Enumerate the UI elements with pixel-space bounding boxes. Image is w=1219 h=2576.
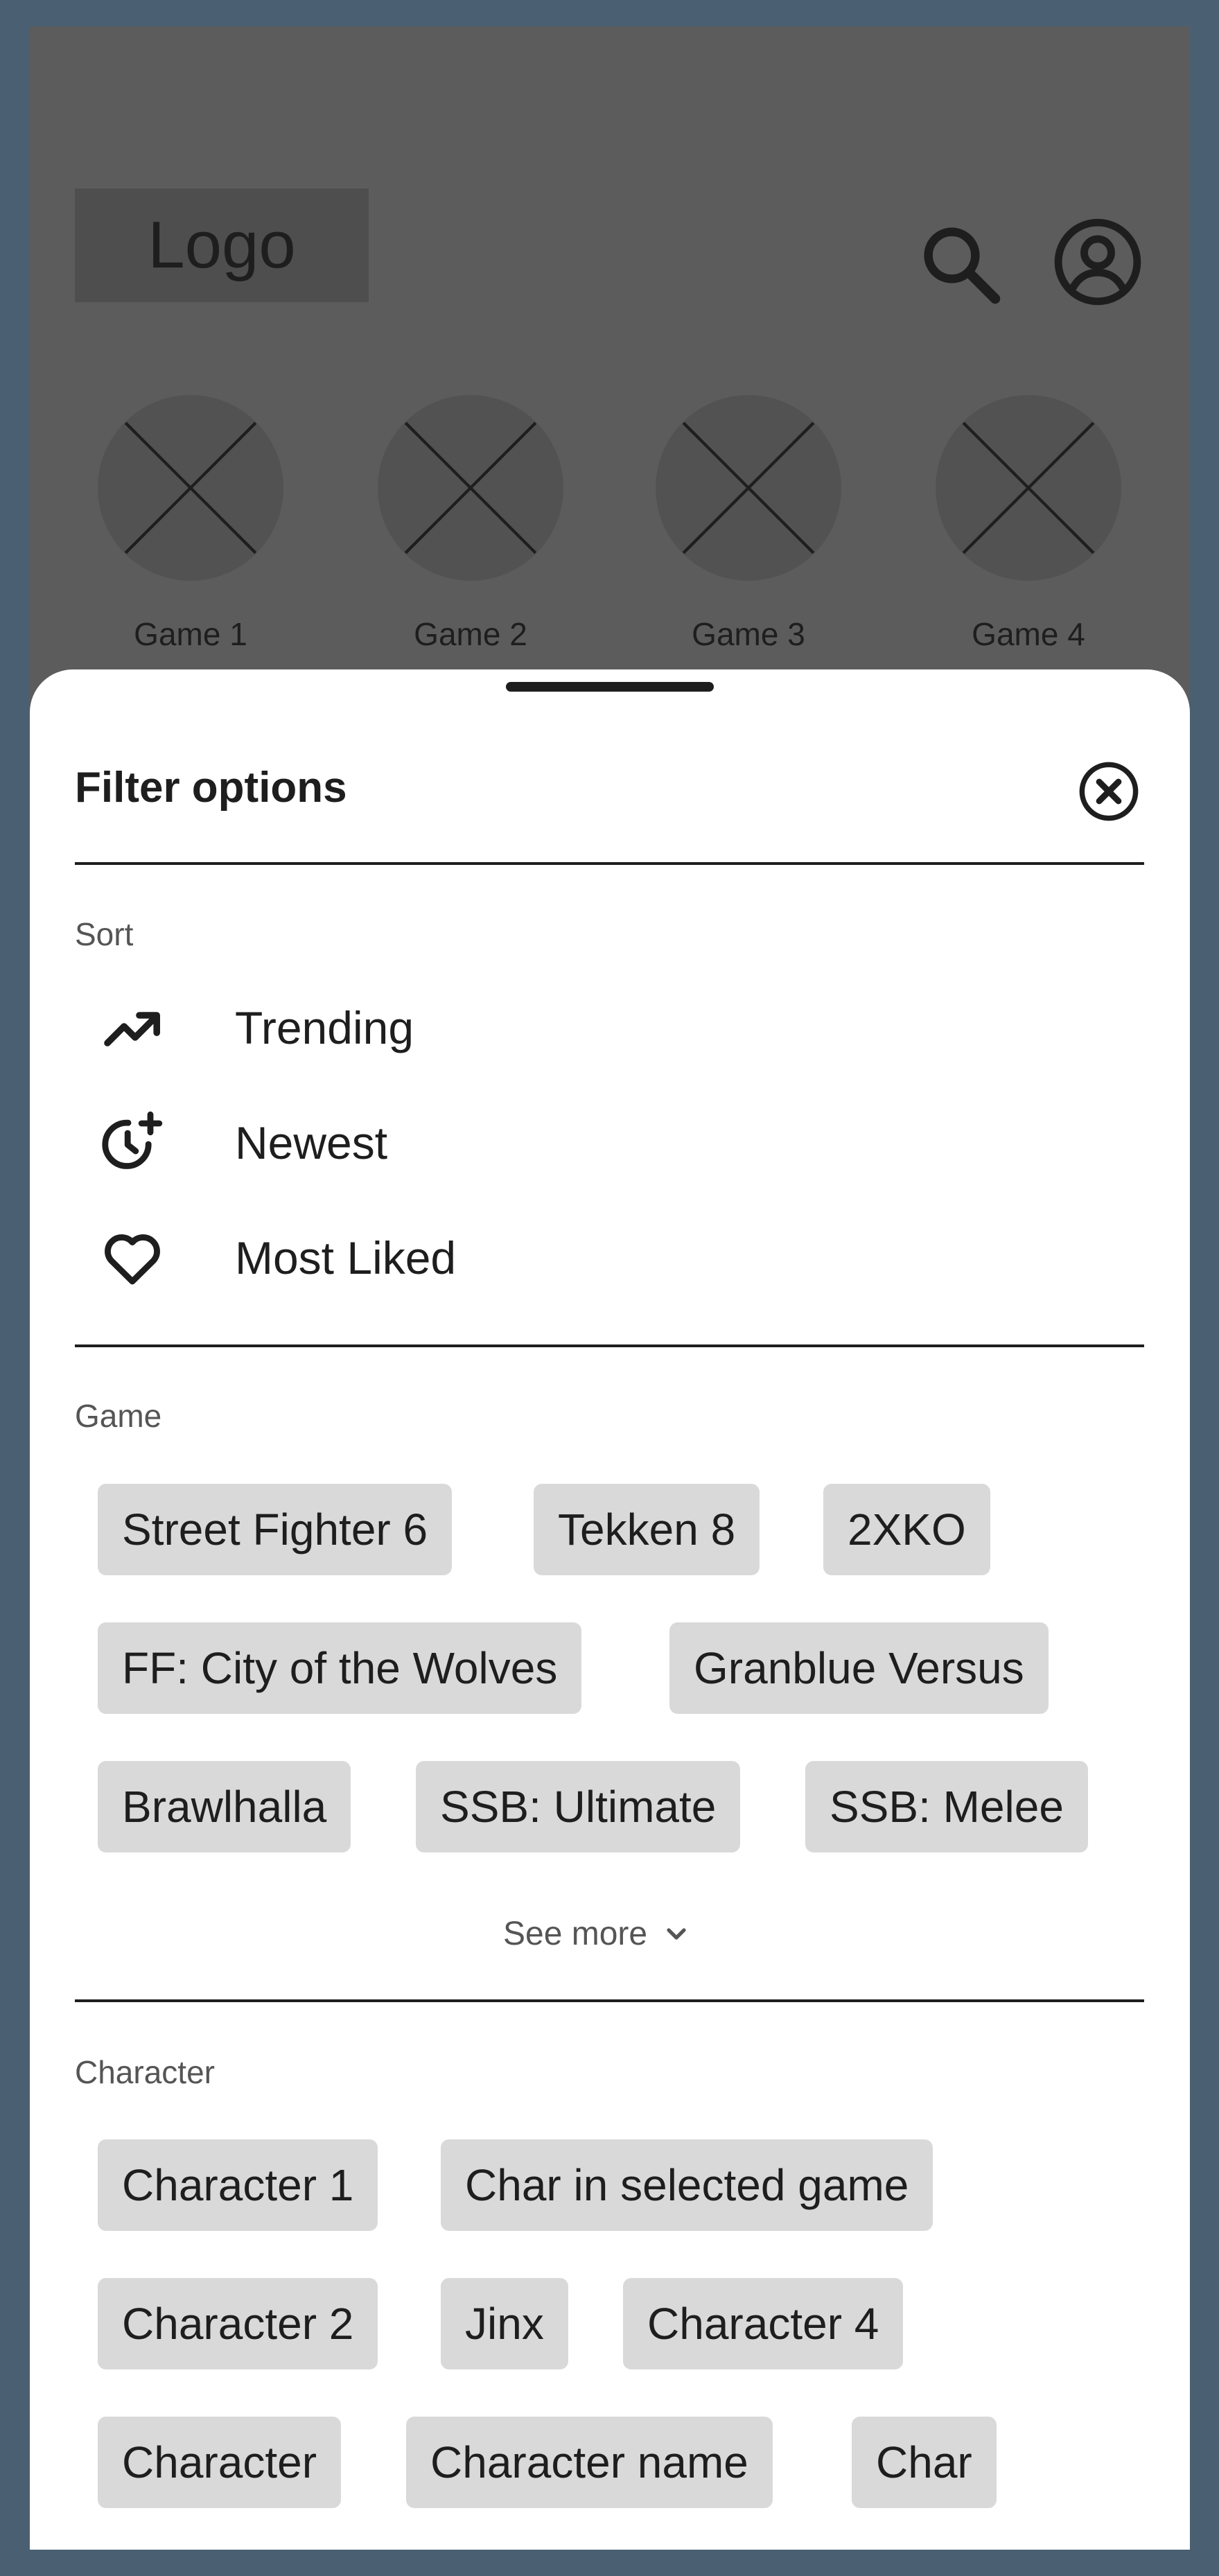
character-chip[interactable]: Character 2 [98, 2278, 378, 2369]
character-chip[interactable]: Character 4 [623, 2278, 904, 2369]
sort-section-label: Sort [75, 916, 134, 952]
chevron-down-icon [667, 1927, 686, 1940]
character-chip[interactable]: Jinx [441, 2278, 568, 2369]
character-chip[interactable]: Character [98, 2417, 341, 2508]
sort-option-newest[interactable]: Newest [99, 1101, 654, 1184]
game-3-label: Game 3 [692, 616, 805, 652]
sort-option-most-liked[interactable]: Most Liked [99, 1216, 654, 1299]
account-circle-icon[interactable] [1053, 217, 1143, 307]
trending-up-icon [104, 1012, 160, 1046]
game-chip[interactable]: 2XKO [823, 1484, 990, 1575]
search-icon[interactable] [918, 221, 1004, 308]
character-chip[interactable]: Character 1 [98, 2139, 378, 2231]
game-3-image-placeholder-icon[interactable] [656, 395, 841, 581]
divider [75, 1344, 1144, 1347]
character-chip[interactable]: Character name [406, 2417, 773, 2508]
game-4-label: Game 4 [972, 616, 1085, 652]
sort-option-label: Most Liked [235, 1232, 457, 1283]
clock-plus-icon [102, 1111, 163, 1169]
sort-option-label: Trending [235, 1002, 414, 1053]
game-1-image-placeholder-icon[interactable] [98, 395, 283, 581]
see-more-button[interactable]: See more [503, 1915, 693, 1953]
game-chip[interactable]: FF: City of the Wolves [98, 1622, 582, 1714]
see-more-label: See more [503, 1916, 648, 1952]
logo[interactable]: Logo [75, 189, 369, 302]
drag-handle[interactable] [506, 682, 714, 692]
close-circle-icon[interactable] [1078, 760, 1140, 823]
game-chip[interactable]: Brawlhalla [98, 1761, 351, 1852]
game-1-label: Game 1 [134, 616, 247, 652]
game-chip[interactable]: SSB: Melee [805, 1761, 1088, 1852]
game-2-image-placeholder-icon[interactable] [378, 395, 563, 581]
game-4-image-placeholder-icon[interactable] [936, 395, 1121, 581]
sort-option-trending[interactable]: Trending [99, 986, 654, 1069]
character-chip[interactable]: Char in selected game [441, 2139, 933, 2231]
app-screen: Logo Game 1 Game 2 Game 3 Game 4 Filter … [30, 26, 1190, 2550]
heart-icon [105, 1234, 160, 1285]
character-section-label: Character [75, 2054, 215, 2090]
divider [75, 862, 1144, 865]
game-2-label: Game 2 [414, 616, 527, 652]
game-chip[interactable]: Street Fighter 6 [98, 1484, 453, 1575]
character-chip[interactable]: Char [852, 2417, 997, 2508]
game-section-label: Game [75, 1398, 162, 1434]
game-chip[interactable]: SSB: Ultimate [416, 1761, 741, 1852]
filter-title: Filter options [75, 764, 347, 812]
divider [75, 1999, 1144, 2002]
filter-bottom-sheet: Filter options Sort Trending Newest Most… [30, 669, 1190, 2550]
logo-text: Logo [148, 208, 296, 282]
sort-option-label: Newest [235, 1117, 388, 1168]
game-chip[interactable]: Tekken 8 [534, 1484, 760, 1575]
game-chip[interactable]: Granblue Versus [669, 1622, 1049, 1714]
